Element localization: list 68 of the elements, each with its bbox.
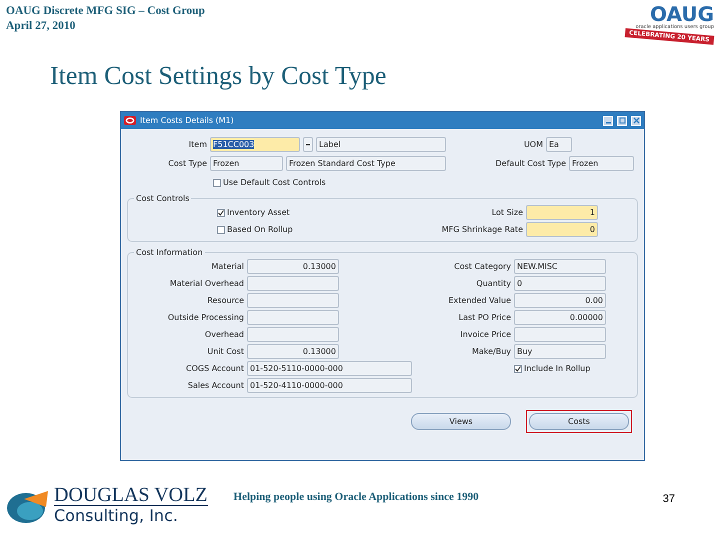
checkbox[interactable] — [213, 178, 221, 186]
header-date: April 27, 2010 — [6, 19, 76, 34]
checkbox[interactable] — [217, 226, 225, 234]
input-field[interactable]: 0 — [514, 276, 606, 291]
input-field[interactable]: Frozen — [210, 156, 283, 171]
description-field[interactable]: Frozen Standard Cost Type — [286, 156, 446, 171]
section-title: Cost Information — [135, 248, 204, 257]
field-label: Cost Category — [453, 262, 511, 271]
close-icon[interactable] — [631, 116, 641, 126]
input-field[interactable]: Buy — [514, 344, 606, 359]
field-label: Material — [210, 262, 244, 271]
input-field[interactable]: NEW.MISC — [514, 259, 606, 274]
field-label: Default Cost Type — [496, 159, 566, 168]
input-field[interactable]: 1 — [526, 205, 598, 220]
input-field[interactable]: Frozen — [569, 156, 634, 171]
input-field[interactable]: 0.00000 — [514, 310, 606, 325]
field-label: Overhead — [204, 330, 244, 339]
input-field[interactable] — [247, 327, 339, 342]
oracle-icon — [124, 116, 136, 125]
page-number: 37 — [662, 493, 676, 505]
views-button[interactable]: Views — [411, 413, 511, 430]
checkbox[interactable] — [514, 364, 522, 372]
checkbox-label: Based On Rollup — [227, 225, 293, 234]
costs-button[interactable]: Costs — [529, 413, 629, 430]
minimize-icon[interactable] — [603, 116, 613, 126]
field-label: COGS Account — [184, 364, 244, 373]
company-subtitle: Consulting, Inc. — [54, 506, 179, 526]
checkbox-label: Use Default Cost Controls — [223, 178, 326, 187]
input-field[interactable] — [514, 327, 606, 342]
field-label: Unit Cost — [206, 347, 244, 356]
logo-text: OAUG — [650, 4, 714, 24]
input-field[interactable]: 0.13000 — [247, 344, 339, 359]
field-label: Quantity — [475, 279, 511, 288]
input-field[interactable] — [247, 310, 339, 325]
field-label: MFG Shrinkage Rate — [440, 225, 523, 234]
input-field[interactable]: 01-520-5110-0000-000 — [247, 361, 412, 376]
input-field[interactable]: 0.00 — [514, 293, 606, 308]
maximize-icon[interactable] — [617, 116, 627, 126]
input-field[interactable]: 0.13000 — [247, 259, 339, 274]
field-label: Lot Size — [490, 208, 523, 217]
slide-title: Item Cost Settings by Cost Type — [50, 61, 388, 92]
uom-field[interactable]: Ea — [546, 137, 572, 152]
item-field[interactable]: F51CC003 — [210, 137, 300, 152]
section-title: Cost Controls — [135, 194, 190, 203]
field-label: Material Overhead — [168, 279, 244, 288]
company-name: DOUGLAS VOLZ — [54, 485, 208, 506]
input-field[interactable] — [247, 276, 339, 291]
field-label: Sales Account — [186, 381, 244, 390]
field-label: Item — [188, 140, 207, 149]
window-title: Item Costs Details (M1) — [140, 116, 235, 125]
input-field[interactable]: 0 — [526, 222, 598, 237]
field-label: Resource — [206, 296, 244, 305]
description-field[interactable]: Label — [316, 137, 446, 152]
header-text: OAUG Discrete MFG SIG – Cost Group — [6, 4, 205, 19]
field-label: Make/Buy — [470, 347, 511, 356]
field-label: Cost Type — [167, 159, 207, 168]
input-field[interactable] — [247, 293, 339, 308]
checkbox[interactable] — [217, 208, 225, 216]
input-field[interactable]: 01-520-4110-0000-000 — [247, 378, 412, 393]
field-label: Invoice Price — [459, 330, 511, 339]
field-label: Extended Value — [447, 296, 511, 305]
list-icon[interactable] — [303, 137, 313, 152]
slogan-text: Helping people using Oracle Applications since 1990 — [234, 491, 479, 503]
checkbox-label: Inventory Asset — [227, 208, 290, 217]
checkbox-label: Include In Rollup — [524, 364, 590, 373]
field-label: Last PO Price — [458, 313, 511, 322]
field-label: UOM — [524, 140, 543, 149]
field-label: Outside Processing — [166, 313, 244, 322]
